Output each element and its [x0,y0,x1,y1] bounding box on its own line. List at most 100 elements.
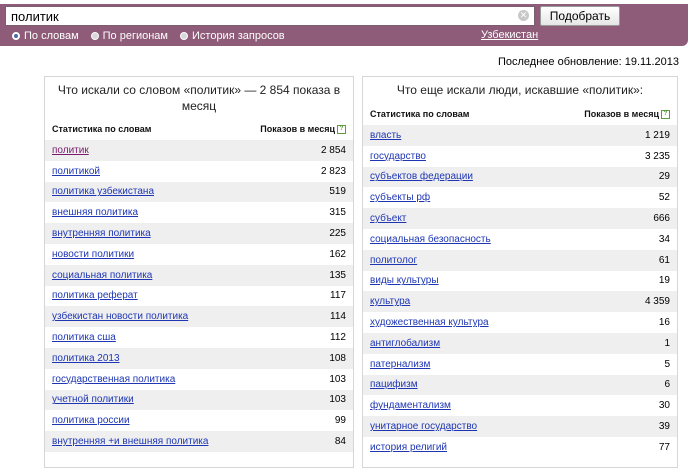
table-row: фундаментализм 30 [363,395,677,416]
phrase-link[interactable]: политика россии [52,415,130,426]
mode-by-regions[interactable]: По регионам [90,30,168,42]
phrase-link[interactable]: внешняя политика [52,207,138,218]
phrase-link[interactable]: учетной политики [52,394,134,405]
words-list: политик 2 854 политикой 2 823 политика узбек… [45,140,353,473]
related-words-panel: Что искали со словом «политик» — 2 854 п… [44,76,354,468]
submit-button[interactable]: Подобрать [540,6,620,26]
shows-count: 61 [658,254,670,266]
radio-icon-selected[interactable] [12,32,20,40]
shows-count: 19 [658,275,670,287]
shows-count: 4 359 [644,296,670,308]
search-header: ✕ Подобрать По словам По регионам Истори… [0,0,688,46]
table-row: политика узбекистана 519 [45,181,353,203]
table-row: культура 4 359 [363,291,677,313]
shows-count: 225 [329,228,346,240]
search-mode-group: По словам По регионам История запросов [12,29,297,43]
shows-count: 6 [664,379,670,391]
table-row: унитарное государство 39 [363,416,677,437]
column-shows: Показов в месяц? [260,124,346,135]
shows-count: 135 [329,269,346,281]
table-row: внутренняя политика 225 [45,223,353,244]
shows-count: 2 854 [320,144,346,156]
table-row: политика сша 112 [45,327,353,348]
phrase-link[interactable]: антиглобализм [370,338,440,349]
phrase-link[interactable]: внутренняя +и внешняя политика [52,436,208,447]
table-row: власть 1 219 [363,125,677,146]
shows-count: 77 [658,441,670,453]
phrase-link[interactable]: политика сша [52,332,116,343]
table-row [45,452,353,473]
mode-label: По регионам [102,30,168,42]
radio-icon[interactable] [90,32,99,40]
words-list: власть 1 219 государство 3 235 субъектов фед… [363,125,677,458]
phrase-link[interactable]: политолог [370,255,417,266]
table-row: внутренняя +и внешняя политика 84 [45,431,353,452]
table-row: новости политики 162 [45,244,353,265]
phrase-link[interactable]: фундаментализм [370,400,451,411]
shows-count: 39 [658,421,670,433]
table-row: антиглобализм 1 [363,332,677,354]
shows-count: 99 [334,415,346,427]
shows-count: 30 [658,400,670,412]
phrase-link[interactable]: унитарное государство [370,421,477,432]
table-row: политика реферат 117 [45,286,353,307]
shows-count: 1 [664,337,670,349]
phrase-link[interactable]: политика 2013 [52,353,120,364]
region-link[interactable]: Узбекистан [481,29,538,41]
phrase-link[interactable]: субъект [370,213,406,224]
phrase-link[interactable]: политикой [52,166,100,177]
phrase-link[interactable]: художественная культура [370,317,489,328]
phrase-link[interactable]: патернализм [370,359,430,370]
shows-count: 1 219 [644,129,670,141]
last-updated: Последнее обновление: 19.11.2013 [497,56,679,68]
phrase-link[interactable]: субъекты рф [370,192,430,203]
phrase-link[interactable]: виды культуры [370,275,439,286]
phrase-link[interactable]: социальная политика [52,270,152,281]
table-row: политик 2 854 [45,140,353,161]
phrase-link[interactable]: государство [370,151,426,162]
shows-count: 112 [330,332,346,344]
phrase-link[interactable]: внутренняя политика [52,228,151,239]
column-words: Статистика по словам [52,124,152,134]
clear-icon[interactable]: ✕ [518,10,529,21]
column-words: Статистика по словам [370,109,470,119]
table-row: учетной политики 103 [45,389,353,411]
phrase-link[interactable]: культура [370,296,410,307]
table-row: политикой 2 823 [45,161,353,182]
phrase-link[interactable]: государственная политика [52,374,175,385]
shows-count: 52 [658,192,670,204]
table-row: субъектов федерации 29 [363,166,677,188]
help-icon[interactable]: ? [337,125,346,135]
mode-by-words[interactable]: По словам [12,30,79,42]
radio-icon[interactable] [180,32,188,40]
table-row: политолог 61 [363,249,677,271]
phrase-link[interactable]: власть [370,130,401,141]
phrase-link[interactable]: социальная безопасность [370,234,491,245]
phrase-link[interactable]: новости политики [52,249,134,260]
panel-title: Что еще искали люди, искавшие «политик»: [396,83,644,97]
shows-count: 29 [658,171,670,183]
phrase-link[interactable]: политика узбекистана [52,186,154,197]
table-row: субъекты рф 52 [363,187,677,208]
also-searched-panel: Что еще искали люди, искавшие «политик»:… [362,76,678,468]
phrase-link[interactable]: пацифизм [370,379,418,390]
table-row: политика россии 99 [45,410,353,431]
help-icon[interactable]: ? [661,110,670,120]
shows-count: 16 [658,317,670,329]
table-row: патернализм 5 [363,354,677,375]
shows-count: 103 [329,373,346,385]
table-row: субъект 666 [363,208,677,229]
mode-history[interactable]: История запросов [180,30,285,42]
table-row: внешняя политика 315 [45,202,353,223]
table-row: история религий 77 [363,437,677,458]
phrase-link[interactable]: политик [52,145,89,156]
phrase-link[interactable]: история религий [370,442,447,453]
table-row: социальная политика 135 [45,264,353,286]
search-input[interactable] [6,7,501,25]
phrase-link[interactable]: субъектов федерации [370,171,473,182]
phrase-link[interactable]: политика реферат [52,290,138,301]
table-row: государственная политика 103 [45,369,353,390]
table-header: Статистика по словам Показов в месяц? [45,122,353,136]
phrase-link[interactable]: узбекистан новости политика [52,311,188,322]
table-row: государство 3 235 [363,146,677,167]
